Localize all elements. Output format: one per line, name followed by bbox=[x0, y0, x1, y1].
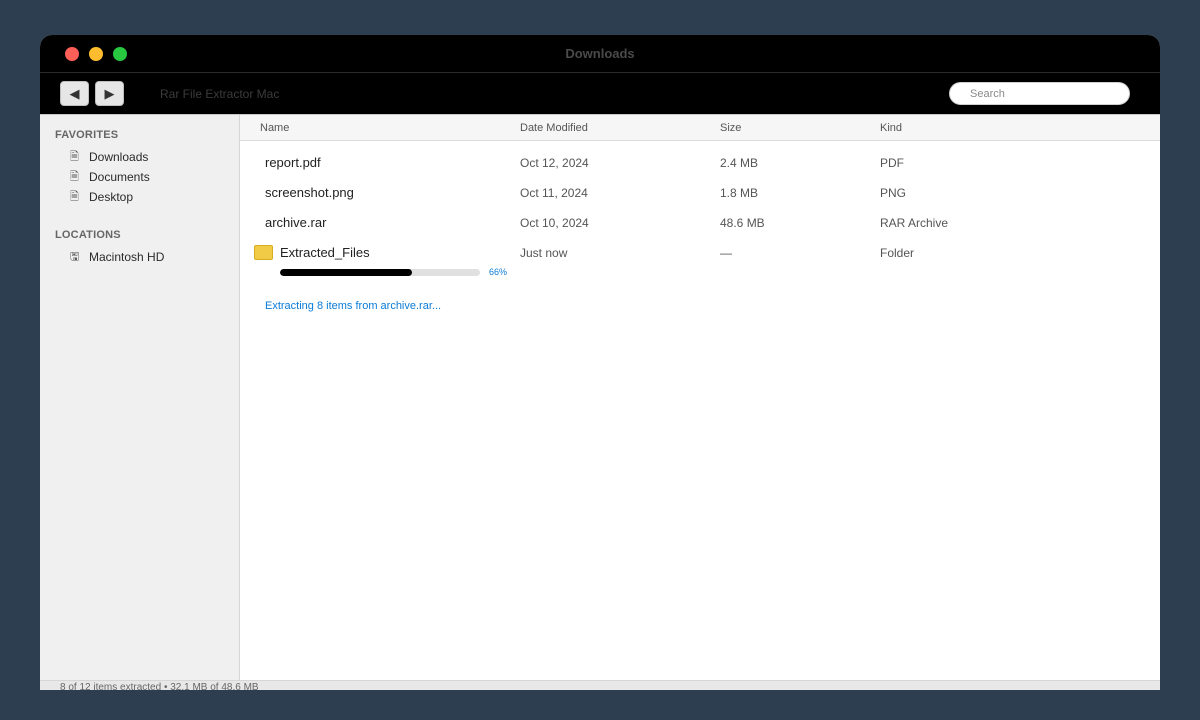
sidebar-item-macintosh-hd[interactable]: 🖫 Macintosh HD bbox=[70, 248, 164, 266]
document-icon: 🗎 bbox=[70, 170, 79, 183]
column-header-name[interactable]: Name bbox=[260, 115, 289, 141]
file-kind: PDF bbox=[880, 156, 904, 170]
sidebar-item-downloads[interactable]: 🗎 Downloads bbox=[70, 148, 148, 166]
sidebar-item-documents[interactable]: 🗎 Documents bbox=[70, 168, 150, 186]
file-kind: RAR Archive bbox=[880, 216, 949, 230]
sidebar-item-label: Macintosh HD bbox=[89, 250, 165, 264]
status-text: 8 of 12 items extracted • 32.1 MB of 48.… bbox=[60, 682, 259, 690]
back-button[interactable]: ◀ bbox=[60, 81, 89, 106]
document-icon: 🗎 bbox=[70, 150, 79, 163]
sidebar-item-label: Downloads bbox=[89, 150, 149, 164]
sidebar-item-label: Documents bbox=[89, 170, 150, 184]
favorites-heading: FAVORITES bbox=[55, 129, 119, 141]
file-row-archive[interactable]: archive.rar Oct 10, 2024 48.6 MB RAR Arc… bbox=[240, 208, 1160, 238]
toolbar: ◀ ▶ Rar File Extractor Mac bbox=[40, 73, 1160, 115]
file-size: 48.6 MB bbox=[720, 216, 765, 230]
column-header-date[interactable]: Date Modified bbox=[520, 115, 588, 141]
search-input[interactable] bbox=[949, 82, 1130, 105]
file-size: 2.4 MB bbox=[720, 156, 759, 170]
column-header-size[interactable]: Size bbox=[720, 115, 741, 141]
forward-button[interactable]: ▶ bbox=[95, 81, 124, 106]
file-name: Extracted_Files bbox=[280, 245, 370, 260]
file-row-extracted-files[interactable]: Extracted_Files Just now — Folder bbox=[240, 238, 1160, 268]
app-name: Rar File Extractor Mac bbox=[160, 87, 280, 101]
extraction-progress-fill bbox=[280, 269, 412, 276]
sidebar-item-desktop[interactable]: 🗎 Desktop bbox=[70, 188, 133, 206]
sidebar-item-label: Desktop bbox=[89, 190, 134, 204]
extraction-status-message: Extracting 8 items from archive.rar... bbox=[265, 300, 442, 312]
file-date: Oct 12, 2024 bbox=[520, 156, 589, 170]
file-date: Just now bbox=[520, 246, 568, 260]
file-kind: PNG bbox=[880, 186, 907, 200]
locations-heading: LOCATIONS bbox=[55, 229, 121, 241]
finder-window: Downloads ◀ ▶ Rar File Extractor Mac FAV… bbox=[40, 35, 1160, 690]
sidebar: FAVORITES 🗎 Downloads 🗎 Documents 🗎 Desk… bbox=[40, 115, 240, 690]
arrow-right-icon: ▶ bbox=[104, 85, 115, 101]
file-date: Oct 11, 2024 bbox=[520, 186, 588, 200]
column-header-kind[interactable]: Kind bbox=[880, 115, 902, 141]
file-list-header: Name Date Modified Size Kind bbox=[240, 115, 1160, 141]
file-kind: Folder bbox=[880, 246, 915, 260]
file-date: Oct 10, 2024 bbox=[520, 216, 589, 230]
file-name: archive.rar bbox=[265, 215, 327, 230]
extraction-progress-bar bbox=[280, 269, 480, 276]
document-icon: 🗎 bbox=[70, 190, 79, 203]
file-size: — bbox=[720, 246, 732, 260]
file-name: screenshot.png bbox=[265, 185, 354, 200]
file-row-screenshot[interactable]: screenshot.png Oct 11, 2024 1.8 MB PNG bbox=[240, 178, 1160, 208]
folder-icon bbox=[254, 245, 273, 260]
disk-icon: 🖫 bbox=[70, 250, 80, 263]
window-title: Downloads bbox=[565, 46, 635, 61]
file-name: report.pdf bbox=[265, 155, 321, 170]
arrow-left-icon: ◀ bbox=[69, 85, 80, 101]
title-bar: Downloads bbox=[40, 35, 1160, 73]
file-size: 1.8 MB bbox=[720, 186, 759, 200]
file-row-report[interactable]: report.pdf Oct 12, 2024 2.4 MB PDF bbox=[240, 148, 1160, 178]
extraction-percent: 66% bbox=[489, 267, 508, 277]
status-bar: 8 of 12 items extracted • 32.1 MB of 48.… bbox=[40, 680, 1160, 690]
